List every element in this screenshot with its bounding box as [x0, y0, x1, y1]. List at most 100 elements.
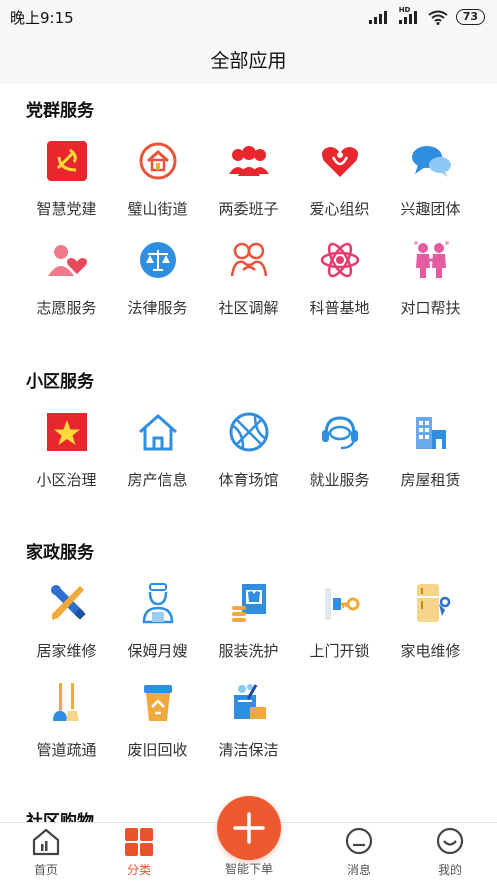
- app-label: 上门开锁: [309, 642, 370, 660]
- battery-indicator: 73: [455, 9, 485, 25]
- app-label: 就业服务: [309, 471, 370, 489]
- signal-hd-icon: HD: [398, 6, 420, 25]
- group-people-icon: [226, 138, 272, 184]
- app-fangwu-zulin[interactable]: 房屋租赁: [385, 407, 476, 506]
- smart-order-button[interactable]: [217, 796, 281, 860]
- app-zhihui-dangjian[interactable]: 智慧党建: [21, 136, 112, 235]
- fridge-wrench-icon: [408, 580, 454, 626]
- app-label: 两委班子: [218, 200, 279, 218]
- app-label: 体育场馆: [218, 471, 279, 489]
- app-label: 保姆月嫂: [127, 642, 188, 660]
- app-label: 志愿服务: [36, 299, 97, 317]
- tab-label: 我的: [437, 863, 462, 877]
- tab-label: 消息: [346, 863, 371, 877]
- app-label: 璧山街道: [127, 200, 188, 218]
- app-label: 房产信息: [127, 471, 188, 489]
- tab-mine[interactable]: 我的: [420, 827, 480, 878]
- tab-label: 分类: [126, 863, 151, 877]
- app-list[interactable]: 党群服务 智慧党建 璧山街道 两委班子 爱心组织 兴趣团体 志愿服务 法律服务 …: [0, 84, 497, 822]
- smile-icon: [436, 827, 464, 855]
- app-zhiyuan-fuwu[interactable]: 志愿服务: [21, 235, 112, 334]
- app-grid: 智慧党建 璧山街道 两委班子 爱心组织 兴趣团体 志愿服务 法律服务 社区调解 …: [0, 136, 497, 334]
- app-label: 服装洗护: [218, 642, 279, 660]
- app-bishan-jiedao[interactable]: 璧山街道: [112, 136, 203, 235]
- section-title: 家政服务: [26, 543, 94, 563]
- status-icons: HD 73: [368, 6, 485, 25]
- nanny-icon: [135, 580, 181, 626]
- tab-home[interactable]: 首页: [16, 827, 76, 878]
- app-kepu-jidi[interactable]: 科普基地: [294, 235, 385, 334]
- party-emblem-icon: [44, 138, 90, 184]
- app-baomu-yuesao[interactable]: 保姆月嫂: [112, 578, 203, 677]
- building-icon: [408, 409, 454, 455]
- app-xingqu-tuanti[interactable]: 兴趣团体: [385, 136, 476, 235]
- tab-messages[interactable]: 消息: [329, 827, 389, 878]
- app-shequ-tiaojie[interactable]: 社区调解: [203, 235, 294, 334]
- home-outline-icon: [135, 409, 181, 455]
- app-label: 科普基地: [309, 299, 370, 317]
- house-circle-icon: [135, 138, 181, 184]
- category-grid-icon: [125, 828, 153, 856]
- couple-icon: [408, 237, 454, 283]
- section-title: 小区服务: [26, 372, 94, 392]
- star-flag-icon: [44, 409, 90, 455]
- smart-order-label[interactable]: 智能下单: [209, 860, 289, 877]
- app-jujia-weixiu[interactable]: 居家维修: [21, 578, 112, 677]
- cleaning-bucket-icon: [226, 679, 272, 725]
- tab-category[interactable]: 分类: [109, 827, 169, 878]
- hd-badge: HD: [398, 6, 411, 14]
- home-chart-icon: [32, 828, 60, 856]
- app-label: 爱心组织: [309, 200, 370, 218]
- page-title: 全部应用: [210, 49, 287, 72]
- basketball-icon: [226, 409, 272, 455]
- app-jiuye-fuwu[interactable]: 就业服务: [294, 407, 385, 506]
- person-heart-icon: [44, 237, 90, 283]
- tab-label: 首页: [33, 863, 58, 877]
- section-title: 社区购物: [26, 812, 94, 822]
- app-label: 兴趣团体: [400, 200, 461, 218]
- washer-icon: [226, 580, 272, 626]
- app-xiaoqu-zhili[interactable]: 小区治理: [21, 407, 112, 506]
- headset-icon: [317, 409, 363, 455]
- app-jiadian-weixiu[interactable]: 家电维修: [385, 578, 476, 677]
- signal-icon: [368, 11, 387, 24]
- chat-bubbles-icon: [408, 138, 454, 184]
- heart-hands-icon: [317, 138, 363, 184]
- tools-icon: [44, 580, 90, 626]
- app-fuzhuang-xihu[interactable]: 服装洗护: [203, 578, 294, 677]
- app-label: 智慧党建: [36, 200, 97, 218]
- app-falv-fuwu[interactable]: 法律服务: [112, 235, 203, 334]
- app-qingjie-baojie[interactable]: 清洁保洁: [203, 677, 294, 776]
- app-tiyu-changguan[interactable]: 体育场馆: [203, 407, 294, 506]
- key-lock-icon: [317, 580, 363, 626]
- app-label: 对口帮扶: [400, 299, 461, 317]
- app-label: 法律服务: [127, 299, 188, 317]
- status-time: 晚上9:15: [10, 8, 74, 27]
- page-header: 全部应用: [0, 34, 497, 84]
- app-guandao-shutong[interactable]: 管道疏通: [21, 677, 112, 776]
- app-feijiu-huishou[interactable]: 废旧回收: [112, 677, 203, 776]
- app-label: 家电维修: [400, 642, 461, 660]
- recycle-bin-icon: [135, 679, 181, 725]
- section-title: 党群服务: [26, 101, 94, 121]
- message-icon: [345, 827, 373, 855]
- handshake-people-icon: [226, 237, 272, 283]
- app-shangmen-kaisuo[interactable]: 上门开锁: [294, 578, 385, 677]
- app-duikou-bangfu[interactable]: 对口帮扶: [385, 235, 476, 334]
- app-label: 房屋租赁: [400, 471, 461, 489]
- app-label: 社区调解: [218, 299, 279, 317]
- app-fangchan-xinxi[interactable]: 房产信息: [112, 407, 203, 506]
- app-grid: 居家维修 保姆月嫂 服装洗护 上门开锁 家电维修 管道疏通 废旧回收 清洁保洁: [0, 578, 497, 776]
- app-label: 小区治理: [36, 471, 97, 489]
- app-liangwei-banzi[interactable]: 两委班子: [203, 136, 294, 235]
- app-label: 废旧回收: [127, 741, 188, 759]
- app-label: 居家维修: [36, 642, 97, 660]
- app-grid: 小区治理 房产信息 体育场馆 就业服务 房屋租赁: [0, 407, 497, 506]
- plus-icon: [233, 812, 265, 844]
- plunger-icon: [44, 679, 90, 725]
- app-aixin-zuzhi[interactable]: 爱心组织: [294, 136, 385, 235]
- status-bar: 晚上9:15 HD 73: [0, 0, 497, 34]
- scales-icon: [135, 237, 181, 283]
- atom-icon: [317, 237, 363, 283]
- wifi-icon: [428, 10, 448, 25]
